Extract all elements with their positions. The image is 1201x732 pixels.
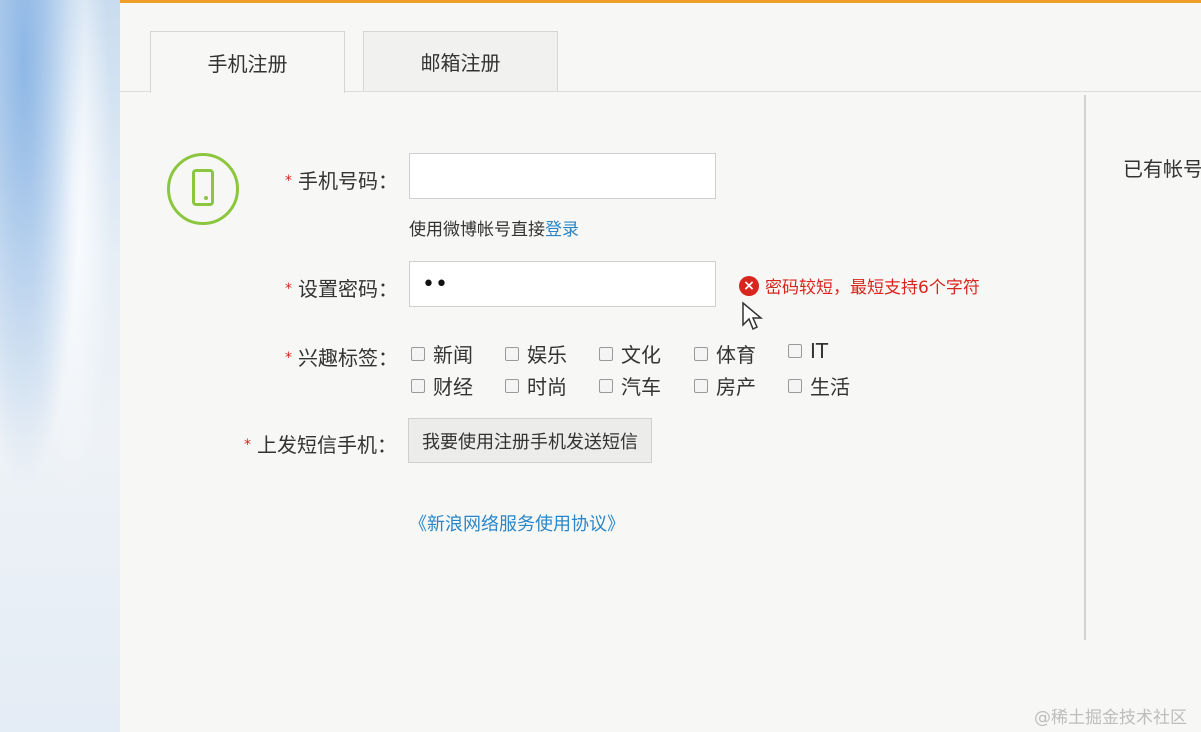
tag-sports[interactable]: 体育 (694, 339, 756, 368)
error-circle-icon: × (739, 275, 759, 296)
column-divider (1084, 95, 1086, 640)
checkbox[interactable] (505, 378, 519, 393)
mobile-phone-icon (167, 153, 239, 225)
required-mark: * (285, 350, 292, 366)
password-input[interactable] (409, 261, 716, 307)
tag-it[interactable]: IT (788, 339, 828, 363)
weibo-login-hint: 使用微博帐号直接登录 (409, 220, 579, 240)
tag-fashion[interactable]: 时尚 (505, 371, 567, 400)
checkbox[interactable] (694, 346, 708, 361)
tab-email-register[interactable]: 邮箱注册 (363, 31, 558, 91)
watermark: @稀土掘金技术社区 (1034, 708, 1187, 728)
checkbox[interactable] (411, 378, 425, 393)
checkbox[interactable] (788, 378, 802, 393)
required-mark: * (244, 437, 251, 453)
checkbox[interactable] (599, 346, 613, 361)
required-mark: * (285, 281, 292, 297)
sms-label: * 上发短信手机： (244, 433, 397, 457)
send-sms-button[interactable]: 我要使用注册手机发送短信 (408, 418, 652, 463)
phone-label: * 手机号码： (285, 169, 398, 193)
tag-entertainment[interactable]: 娱乐 (505, 339, 567, 368)
tag-culture[interactable]: 文化 (599, 339, 661, 368)
password-error: × 密码较短，最短支持6个字符 (739, 273, 980, 298)
tag-finance[interactable]: 财经 (411, 371, 473, 400)
tag-auto[interactable]: 汽车 (599, 371, 661, 400)
weibo-login-link[interactable]: 登录 (545, 220, 579, 240)
checkbox[interactable] (411, 346, 425, 361)
password-label: * 设置密码： (285, 277, 398, 301)
tag-news[interactable]: 新闻 (411, 339, 473, 368)
service-agreement-link[interactable]: 《新浪网络服务使用协议》 (409, 510, 625, 536)
mouse-pointer-icon (742, 301, 763, 331)
tag-house[interactable]: 房产 (694, 371, 756, 400)
checkbox[interactable] (599, 378, 613, 393)
checkbox[interactable] (788, 344, 802, 358)
checkbox[interactable] (694, 378, 708, 393)
tag-life[interactable]: 生活 (788, 371, 850, 400)
existing-account-text: 已有帐号 (1123, 157, 1201, 181)
register-panel: 手机注册 邮箱注册 已有帐号 * 手机号码： 使用微博帐号直接登录 * 设置密码： … (120, 3, 1201, 732)
interest-label: * 兴趣标签： (285, 346, 398, 370)
required-mark: * (285, 173, 292, 189)
checkbox[interactable] (505, 346, 519, 361)
tab-phone-register[interactable]: 手机注册 (150, 31, 345, 93)
background-sky (0, 0, 120, 732)
phone-input[interactable] (409, 153, 716, 199)
